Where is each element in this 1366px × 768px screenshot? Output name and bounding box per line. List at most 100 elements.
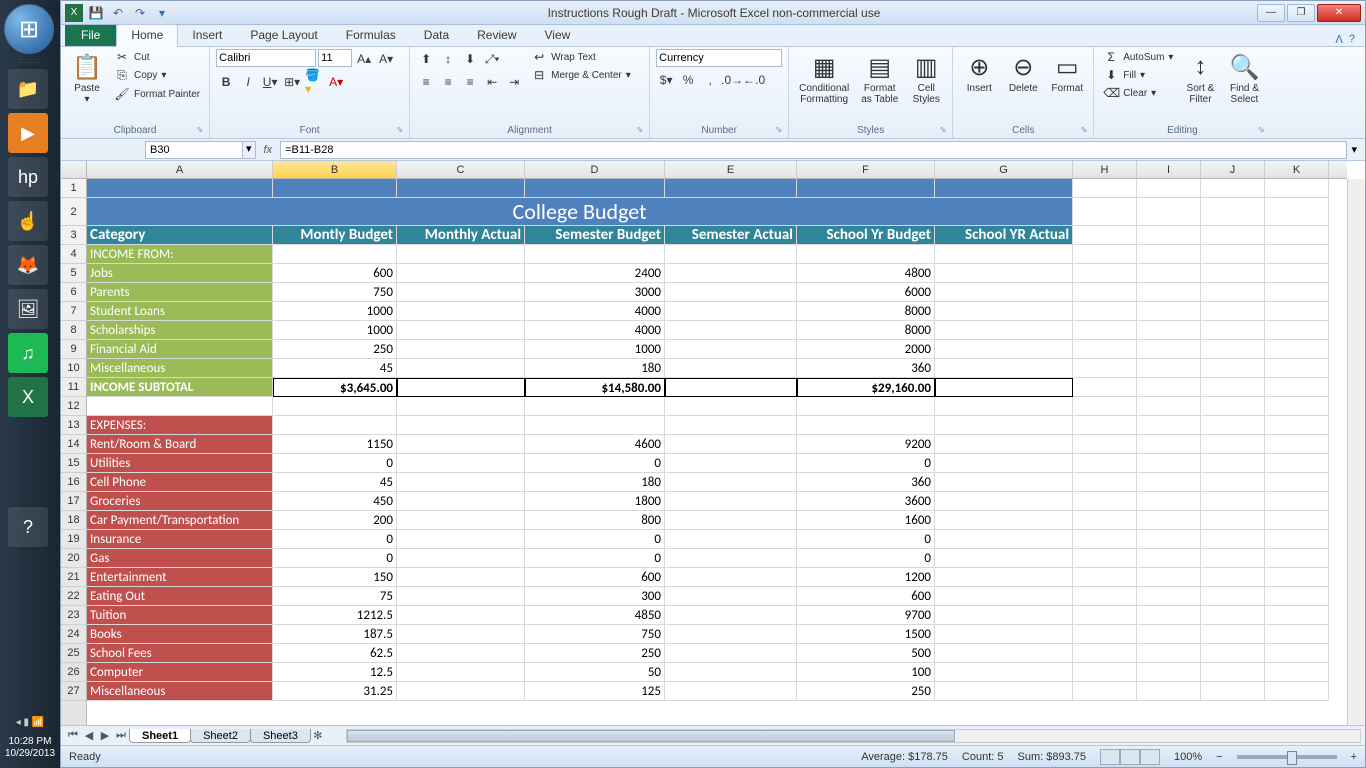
paste-button[interactable]: 📋Paste▾ [67, 49, 107, 107]
tab-formulas[interactable]: Formulas [332, 25, 410, 46]
col-header-A[interactable]: A [87, 161, 273, 178]
cell[interactable]: 8000 [797, 321, 935, 340]
cell[interactable] [273, 397, 397, 416]
name-box-dropdown-icon[interactable]: ▾ [243, 141, 256, 159]
cell[interactable] [935, 530, 1073, 549]
row-header-2[interactable]: 2 [61, 198, 86, 226]
cell[interactable] [1201, 416, 1265, 435]
cell[interactable] [1073, 663, 1137, 682]
cell[interactable]: 4800 [797, 264, 935, 283]
shrink-font-icon[interactable]: A▾ [376, 49, 396, 69]
cell[interactable] [665, 302, 797, 321]
cell[interactable]: 750 [525, 625, 665, 644]
cell[interactable] [1073, 530, 1137, 549]
cell[interactable]: Semester Actual [665, 226, 797, 245]
cell[interactable]: 250 [797, 682, 935, 701]
align-right-icon[interactable]: ≡ [460, 72, 480, 92]
cell[interactable] [397, 397, 525, 416]
cell[interactable]: 12.5 [273, 663, 397, 682]
cell[interactable] [935, 587, 1073, 606]
cell[interactable] [1265, 644, 1329, 663]
cell[interactable] [525, 179, 665, 198]
percent-icon[interactable]: % [678, 70, 698, 90]
cell[interactable] [665, 473, 797, 492]
tab-view[interactable]: View [531, 25, 585, 46]
cell[interactable]: Tuition [87, 606, 273, 625]
taskbar-spotify-icon[interactable]: ♫ [8, 333, 48, 373]
cell[interactable]: 600 [273, 264, 397, 283]
page-break-view-button[interactable] [1140, 749, 1160, 765]
row-header-25[interactable]: 25 [61, 644, 86, 663]
cell[interactable] [1137, 245, 1201, 264]
cell[interactable] [935, 416, 1073, 435]
cell[interactable]: 0 [797, 530, 935, 549]
align-center-icon[interactable]: ≡ [438, 72, 458, 92]
col-header-C[interactable]: C [397, 161, 525, 178]
row-header-8[interactable]: 8 [61, 321, 86, 340]
cell[interactable] [1265, 378, 1329, 397]
format-painter-button[interactable]: 🖌Format Painter [111, 86, 203, 102]
cell[interactable] [935, 606, 1073, 625]
col-header-G[interactable]: G [935, 161, 1073, 178]
cell[interactable] [1137, 359, 1201, 378]
cell[interactable]: 3000 [525, 283, 665, 302]
cell[interactable]: 1200 [797, 568, 935, 587]
cell[interactable] [87, 397, 273, 416]
row-header-20[interactable]: 20 [61, 549, 86, 568]
cell[interactable] [665, 625, 797, 644]
cell[interactable] [665, 549, 797, 568]
cell[interactable]: 0 [797, 454, 935, 473]
sort-filter-button[interactable]: ↕Sort & Filter [1180, 49, 1220, 107]
cell[interactable] [397, 663, 525, 682]
cell[interactable] [1201, 245, 1265, 264]
cell[interactable] [1201, 378, 1265, 397]
cell[interactable] [397, 435, 525, 454]
cell[interactable]: 450 [273, 492, 397, 511]
cell[interactable] [935, 473, 1073, 492]
row-header-17[interactable]: 17 [61, 492, 86, 511]
row-header-11[interactable]: 11 [61, 378, 86, 397]
cell[interactable] [1201, 283, 1265, 302]
cell[interactable] [935, 492, 1073, 511]
cell[interactable] [935, 359, 1073, 378]
cell[interactable] [665, 454, 797, 473]
cell[interactable] [665, 179, 797, 198]
cell[interactable]: Miscellaneous [87, 359, 273, 378]
cell[interactable]: 250 [273, 340, 397, 359]
cell[interactable] [1265, 549, 1329, 568]
row-header-18[interactable]: 18 [61, 511, 86, 530]
cell[interactable]: 187.5 [273, 625, 397, 644]
row-header-13[interactable]: 13 [61, 416, 86, 435]
clear-button[interactable]: ⌫Clear ▾ [1100, 85, 1176, 101]
cell[interactable]: 4600 [525, 435, 665, 454]
cell[interactable] [1201, 511, 1265, 530]
cell[interactable] [1201, 530, 1265, 549]
underline-button[interactable]: U▾ [260, 72, 280, 92]
cell[interactable] [397, 568, 525, 587]
sheet-last-icon[interactable]: ⏭ [113, 728, 129, 744]
cell[interactable] [1265, 625, 1329, 644]
cell[interactable] [1073, 644, 1137, 663]
col-header-I[interactable]: I [1137, 161, 1201, 178]
conditional-formatting-button[interactable]: ▦Conditional Formatting [795, 49, 853, 107]
cell[interactable] [1265, 302, 1329, 321]
cell[interactable] [1137, 549, 1201, 568]
cell[interactable] [1137, 378, 1201, 397]
cell[interactable] [273, 179, 397, 198]
hscroll-thumb[interactable] [347, 730, 955, 742]
cell[interactable]: 4000 [525, 302, 665, 321]
taskbar-excel-icon[interactable]: X [8, 377, 48, 417]
cell[interactable] [1201, 492, 1265, 511]
cell[interactable]: School YR Actual [935, 226, 1073, 245]
cell[interactable] [1201, 587, 1265, 606]
zoom-in-icon[interactable]: + [1351, 751, 1357, 763]
cell[interactable] [1201, 663, 1265, 682]
sheet-tab-3[interactable]: Sheet3 [250, 729, 311, 743]
find-select-button[interactable]: 🔍Find & Select [1224, 49, 1264, 107]
row-header-16[interactable]: 16 [61, 473, 86, 492]
cell[interactable] [1201, 340, 1265, 359]
restore-button[interactable]: ❐ [1287, 4, 1315, 22]
taskbar-firefox-icon[interactable]: 🦊 [8, 245, 48, 285]
cell[interactable] [87, 179, 273, 198]
cell[interactable] [1137, 226, 1201, 245]
